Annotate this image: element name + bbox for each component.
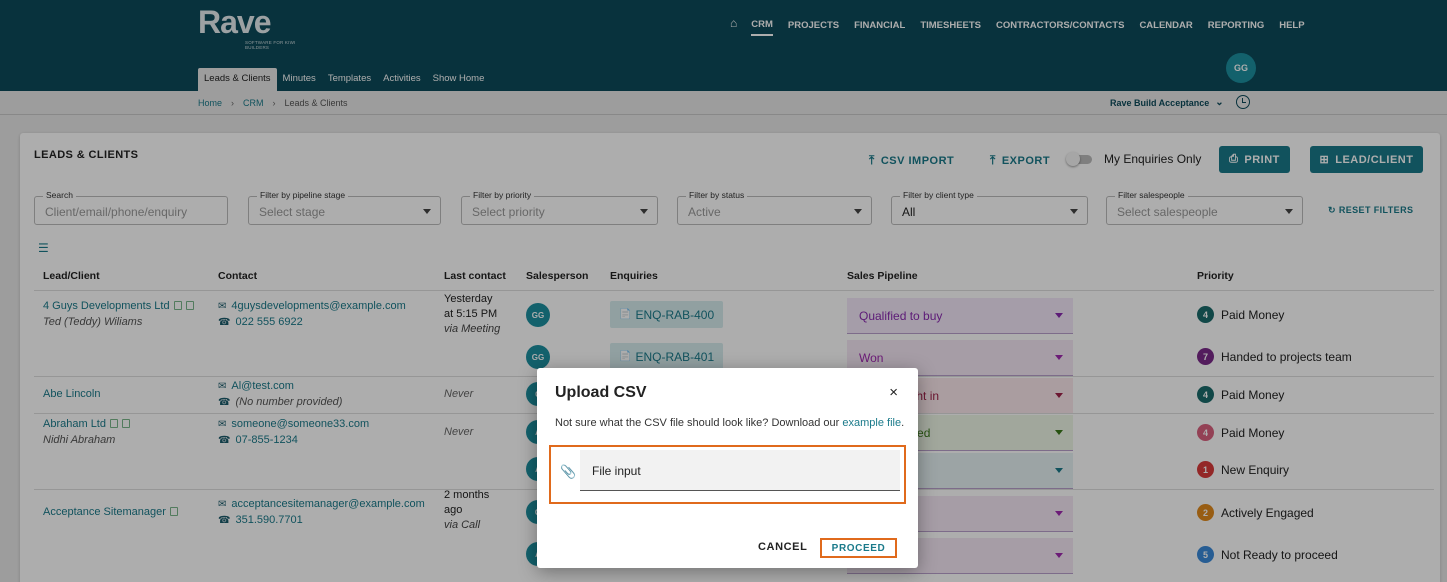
dialog-title: Upload CSV — [555, 384, 647, 401]
dialog-description-text: Not sure what the CSV file should look l… — [555, 417, 843, 429]
dialog-description: Not sure what the CSV file should look l… — [555, 417, 904, 429]
proceed-button[interactable]: PROCEED — [820, 538, 897, 558]
cancel-button[interactable]: CANCEL — [758, 541, 807, 553]
upload-csv-dialog: Upload CSV × Not sure what the CSV file … — [537, 368, 918, 568]
file-input-group: 📎 File input — [549, 445, 906, 504]
file-input[interactable]: File input — [580, 450, 900, 491]
file-input-label: File input — [592, 464, 641, 478]
paperclip-icon[interactable]: 📎 — [560, 464, 576, 480]
dialog-description-end: . — [901, 417, 905, 429]
close-icon[interactable]: × — [889, 384, 898, 401]
example-file-link[interactable]: example file — [842, 417, 901, 429]
